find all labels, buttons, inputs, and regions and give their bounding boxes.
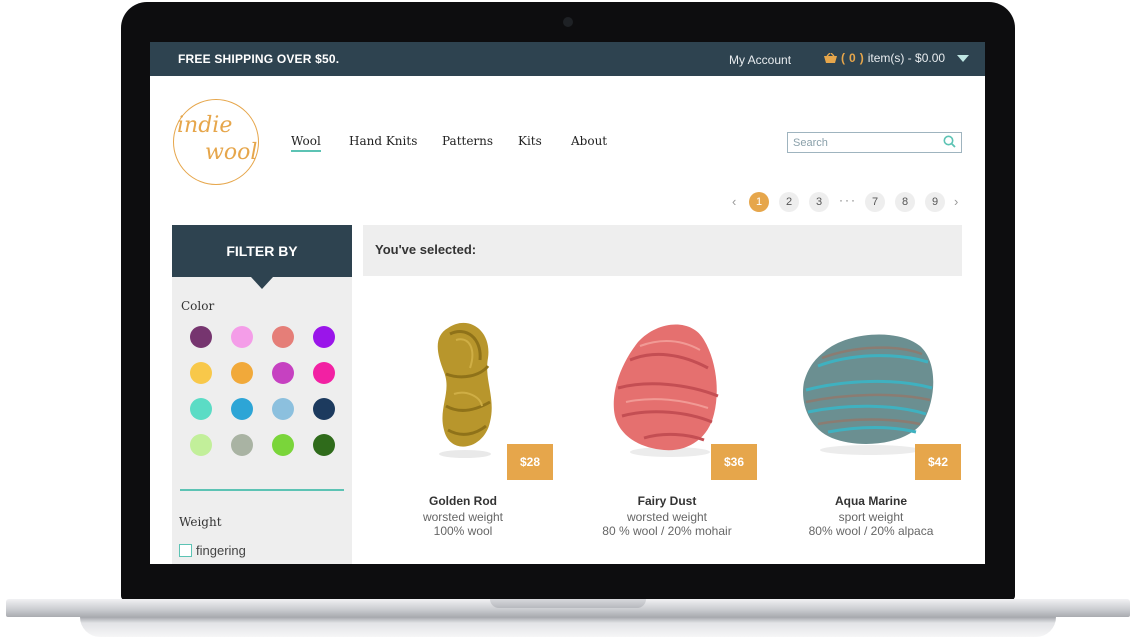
color-swatch[interactable] <box>231 434 253 456</box>
my-account-link[interactable]: My Account <box>729 53 791 67</box>
color-swatch[interactable] <box>190 326 212 348</box>
fairy-dust-name[interactable]: Fairy Dust <box>572 494 762 508</box>
search-input[interactable] <box>788 134 933 152</box>
color-swatch[interactable] <box>231 362 253 384</box>
color-swatch[interactable] <box>272 398 294 420</box>
caret-down-icon[interactable] <box>957 54 970 62</box>
color-swatch[interactable] <box>190 362 212 384</box>
aqua-marine-weight: sport weight <box>838 510 904 524</box>
color-swatch[interactable] <box>313 326 335 348</box>
prev-page-icon[interactable]: ‹ <box>732 194 736 209</box>
fairy-dust-yarn-image[interactable] <box>608 310 728 460</box>
page-9[interactable]: 9 <box>925 192 945 212</box>
selected-filters-bar: You've selected: <box>363 225 962 276</box>
logo-line-1: indie <box>177 113 233 138</box>
page-3[interactable]: 3 <box>809 192 829 212</box>
aqua-marine-fiber: 80% wool / 20% alpaca <box>808 524 934 538</box>
cart-open-paren: ( <box>841 51 845 65</box>
page-8[interactable]: 8 <box>895 192 915 212</box>
fairy-dust-weight: worsted weight <box>626 510 708 524</box>
selected-filters-label: You've selected: <box>375 242 477 257</box>
color-swatch[interactable] <box>231 326 253 348</box>
weight-filter-label: Weight <box>179 515 222 529</box>
color-swatch[interactable] <box>313 398 335 420</box>
golden-rod-price: $28 <box>507 444 553 480</box>
color-swatch[interactable] <box>231 398 253 420</box>
color-swatch[interactable] <box>190 398 212 420</box>
golden-rod-fiber: 100% wool <box>433 524 493 538</box>
fairy-dust-fiber: 80 % wool / 20% mohair <box>602 524 732 538</box>
search-box <box>787 132 962 153</box>
fairy-dust-price: $36 <box>711 444 757 480</box>
fingering-checkbox[interactable] <box>179 544 192 557</box>
aqua-marine-price: $42 <box>915 444 961 480</box>
filter-by-header: FILTER BY <box>172 225 352 277</box>
aqua-marine-name[interactable]: Aqua Marine <box>776 494 966 508</box>
cart-button[interactable]: ( 0 ) item(s) - $0.00 <box>824 51 970 65</box>
top-bar: FREE SHIPPING OVER $50. My Account ( 0 )… <box>150 42 985 76</box>
filter-header-pointer <box>251 277 273 289</box>
free-shipping-notice: FREE SHIPPING OVER $50. <box>178 52 340 66</box>
color-swatch[interactable] <box>272 326 294 348</box>
golden-rod-weight: worsted weight <box>422 510 504 524</box>
color-swatch[interactable] <box>272 434 294 456</box>
logo-line-2: wool <box>205 140 258 165</box>
laptop-mockup: FREE SHIPPING OVER $50. My Account ( 0 )… <box>0 0 1136 644</box>
page-1[interactable]: 1 <box>749 192 769 212</box>
color-swatch[interactable] <box>313 434 335 456</box>
golden-rod-name[interactable]: Golden Rod <box>368 494 558 508</box>
cart-count: 0 <box>849 51 856 65</box>
page-2[interactable]: 2 <box>779 192 799 212</box>
next-page-icon[interactable]: › <box>954 194 958 209</box>
page-ellipsis: ··· <box>839 193 857 207</box>
laptop-base-shadow <box>80 617 1056 637</box>
webcam <box>563 17 573 27</box>
cart-summary: item(s) - $0.00 <box>867 51 946 65</box>
nav-kits[interactable]: Kits <box>518 134 542 148</box>
cart-close-paren: ) <box>859 51 864 65</box>
golden-rod-yarn-image[interactable] <box>410 310 516 460</box>
magnifier-icon[interactable] <box>943 135 956 148</box>
color-swatch[interactable] <box>313 362 335 384</box>
nav-hand-knits[interactable]: Hand Knits <box>349 134 417 148</box>
nav-about[interactable]: About <box>571 134 607 148</box>
color-swatch[interactable] <box>272 362 294 384</box>
indie-wool-logo[interactable]: indie wool <box>173 99 259 185</box>
page-7[interactable]: 7 <box>865 192 885 212</box>
color-filter-label: Color <box>181 299 215 313</box>
website-screen: FREE SHIPPING OVER $50. My Account ( 0 )… <box>150 42 985 564</box>
aqua-marine-yarn-image[interactable] <box>800 310 940 460</box>
basket-icon <box>824 52 837 63</box>
filter-divider <box>180 489 344 491</box>
nav-wool[interactable]: Wool <box>291 134 321 152</box>
laptop-notch <box>490 599 646 608</box>
nav-patterns[interactable]: Patterns <box>442 134 493 148</box>
color-swatch[interactable] <box>190 434 212 456</box>
filter-sidebar: FILTER BY Color Weight fingering <box>172 225 352 564</box>
fingering-option-label[interactable]: fingering <box>196 543 246 558</box>
